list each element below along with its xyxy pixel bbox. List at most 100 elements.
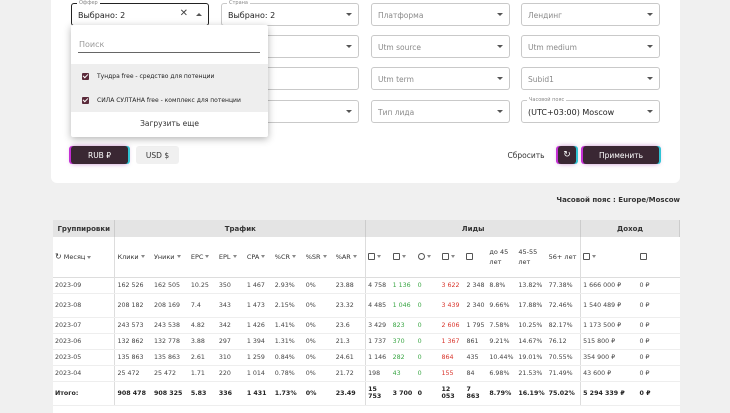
- utm-source-select[interactable]: Utm source: [371, 35, 510, 58]
- sort-icon[interactable]: [592, 255, 597, 259]
- col-header[interactable]: Уники: [151, 237, 189, 278]
- country-select[interactable]: Страна Выбрано: 2: [221, 0, 359, 26]
- dropdown-option[interactable]: Тундра free - средство для потенции: [71, 64, 268, 88]
- table-row: 2023-08 208 182 208 169 7.4 343 1 473 2.15% 0% 2…: [53, 293, 680, 318]
- cell-cpa: 1 426: [244, 317, 273, 334]
- sort-icon[interactable]: [261, 255, 266, 259]
- col-header[interactable]: Клики: [114, 237, 152, 278]
- cell-epl: 336: [216, 381, 245, 406]
- utm-medium-placeholder: Utm medium: [528, 43, 577, 52]
- cell-cpa: 1 014: [244, 365, 273, 382]
- col-header[interactable]: %CR: [272, 237, 304, 278]
- chevron-down-icon: [346, 13, 352, 16]
- col-header[interactable]: 45-55 лет: [516, 237, 547, 278]
- income-col[interactable]: [580, 237, 638, 278]
- leads-approved-col[interactable]: [390, 237, 416, 278]
- leads-rejected-col[interactable]: [439, 237, 465, 278]
- sort-icon[interactable]: [450, 255, 455, 259]
- cell-clicks: 25 472: [114, 365, 152, 382]
- col-header[interactable]: %SR: [303, 237, 334, 278]
- sort-icon[interactable]: [87, 255, 92, 259]
- leads-total-col[interactable]: [365, 237, 391, 278]
- lead-type-placeholder: Тип лида: [378, 108, 415, 117]
- cell-l5: 7 863: [464, 381, 488, 406]
- leads-trash-col[interactable]: [464, 237, 488, 278]
- cell-inc: 5 294 339 ₽: [580, 381, 638, 406]
- col-header[interactable]: %AR: [333, 237, 367, 278]
- col-header[interactable]: CPA: [244, 237, 273, 278]
- cell-p1: 7.58%: [487, 317, 517, 334]
- cell-inc2: 0 ₽: [637, 293, 680, 318]
- timezone-select[interactable]: Часовой пояс (UTC+03:00) Moscow: [521, 97, 660, 123]
- sort-icon[interactable]: [140, 255, 145, 259]
- rub-label: RUB ₽: [87, 150, 111, 160]
- cell-month: Итого:: [53, 381, 116, 406]
- sort-icon[interactable]: [232, 255, 237, 259]
- cell-month: 2023-08: [53, 293, 116, 318]
- chevron-down-icon: [647, 77, 653, 80]
- usd-button[interactable]: USD $: [136, 146, 179, 164]
- reset-button[interactable]: Сбросить: [502, 146, 550, 164]
- col-header[interactable]: 56+ лет: [546, 237, 582, 278]
- sort-icon[interactable]: [322, 255, 327, 259]
- utm-medium-select[interactable]: Utm medium: [521, 35, 660, 58]
- clear-icon[interactable]: ✕: [180, 8, 188, 20]
- refresh-icon[interactable]: ↻: [55, 252, 62, 261]
- cell-epc: 1.71: [188, 365, 217, 382]
- cell-epl: 310: [216, 349, 245, 366]
- cell-inc2: 0 ₽: [637, 277, 680, 294]
- cell-l3: 0: [415, 365, 440, 382]
- sort-icon[interactable]: [205, 255, 210, 259]
- sort-icon[interactable]: [401, 255, 406, 259]
- cell-epl: 343: [216, 293, 245, 318]
- cell-l2: 43: [390, 365, 416, 382]
- cell-epc: 5.83: [188, 381, 217, 406]
- refresh-button[interactable]: ↻: [558, 146, 576, 164]
- reset-label: Сбросить: [507, 150, 545, 160]
- platform-select[interactable]: Платформа: [371, 3, 510, 26]
- leads-header: Лиды: [365, 220, 582, 237]
- cell-cr: 1.73%: [272, 381, 304, 406]
- cell-p1: 6.98%: [487, 365, 517, 382]
- checkbox-checked-icon[interactable]: [82, 96, 89, 104]
- sort-icon[interactable]: [377, 255, 382, 259]
- subid1-select[interactable]: Subid1: [521, 67, 660, 90]
- offer-select[interactable]: Оффер Выбрано: 2 ✕: [71, 0, 209, 26]
- cell-l4: 1 367: [439, 333, 465, 350]
- col-header[interactable]: EPL: [216, 237, 245, 278]
- cell-inc2: 0 ₽: [637, 365, 680, 382]
- load-more-button[interactable]: Загрузить еще: [71, 119, 268, 128]
- cell-ar: 21.3: [333, 333, 367, 350]
- cell-ar: 23.6: [333, 317, 367, 334]
- cell-inc2: 0 ₽: [637, 381, 680, 406]
- cell-p3: 71.49%: [546, 365, 582, 382]
- utm-term-select[interactable]: Utm term: [371, 67, 510, 90]
- cell-epl: 350: [216, 277, 245, 294]
- col-header[interactable]: до 45 лет: [487, 237, 517, 278]
- chevron-down-icon: [647, 110, 653, 113]
- lead-type-select[interactable]: Тип лида: [371, 100, 510, 123]
- cell-cpa: 1 467: [244, 277, 273, 294]
- rub-button[interactable]: RUB ₽: [71, 146, 128, 164]
- checkbox-checked-icon[interactable]: [82, 72, 89, 80]
- apply-button[interactable]: Применить: [583, 146, 659, 164]
- cell-p1: 10.44%: [487, 349, 517, 366]
- sort-icon[interactable]: [352, 255, 357, 259]
- landing-select[interactable]: Лендинг: [521, 3, 660, 26]
- dropdown-option[interactable]: СИЛА СУЛТАНА free - комплекс для потенци…: [71, 88, 268, 112]
- option-label: Тундра free - средство для потенции: [97, 72, 215, 80]
- income-col-2[interactable]: [637, 237, 680, 278]
- cell-clicks: 243 573: [114, 317, 152, 334]
- cell-epc: 3.88: [188, 333, 217, 350]
- cell-l4: 155: [439, 365, 465, 382]
- leads-hold-col[interactable]: [415, 237, 440, 278]
- cell-l3: 0: [415, 349, 440, 366]
- dropdown-search-input[interactable]: Поиск: [78, 35, 260, 53]
- col-header[interactable]: EPC: [188, 237, 217, 278]
- sort-icon[interactable]: [426, 255, 431, 259]
- sort-icon[interactable]: [292, 255, 297, 259]
- cell-uniq: 162 505: [151, 277, 189, 294]
- sort-icon[interactable]: [176, 255, 181, 259]
- cell-clicks: 132 862: [114, 333, 152, 350]
- month-header[interactable]: ↻ Месяц: [53, 237, 116, 278]
